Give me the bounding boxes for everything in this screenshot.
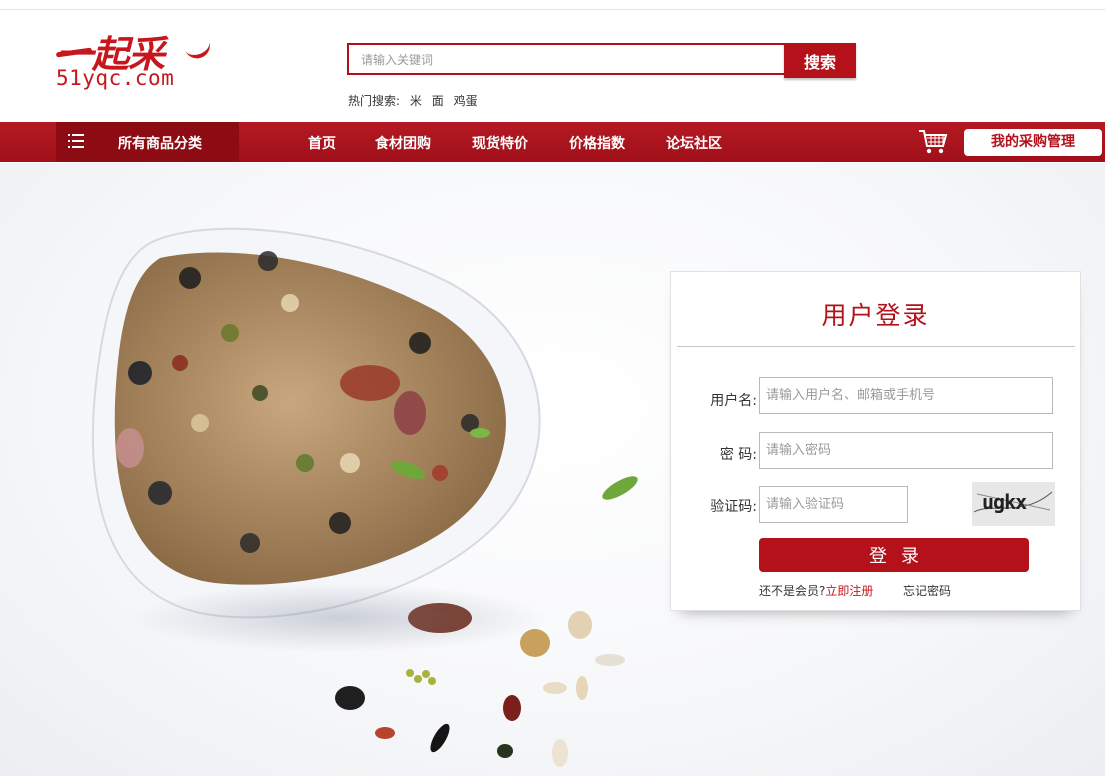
- grain-bowl-image: [92, 227, 638, 767]
- search-box: [347, 43, 784, 75]
- nav-special-offers[interactable]: 现货特价: [472, 133, 528, 153]
- nav-group-buy[interactable]: 食材团购: [375, 133, 431, 153]
- nav-forum[interactable]: 论坛社区: [666, 133, 722, 153]
- captcha-input[interactable]: [759, 486, 908, 523]
- hot-searches: 热门搜索: 米 面 鸡蛋: [348, 92, 484, 109]
- hot-search-label: 热门搜索:: [348, 94, 401, 108]
- logo-domain: 51yqc.com: [56, 66, 175, 90]
- site-logo[interactable]: 一起采 51yqc.com: [55, 22, 226, 102]
- my-purchase-management-button[interactable]: 我的采购管理: [964, 129, 1102, 156]
- password-label: 密 码:: [719, 447, 757, 463]
- login-button[interactable]: 登录: [759, 538, 1029, 572]
- register-prompt: 还不是会员?立即注册: [759, 582, 873, 599]
- captcha-label: 验证码:: [710, 499, 757, 515]
- search-input[interactable]: [359, 46, 783, 74]
- register-link[interactable]: 立即注册: [825, 584, 873, 598]
- forgot-password-link[interactable]: 忘记密码: [903, 582, 951, 599]
- main-nav: 所有商品分类 首页 食材团购 现货特价 价格指数 论坛社区 我的采购管理: [0, 122, 1105, 162]
- search-button[interactable]: 搜索: [784, 43, 856, 78]
- top-divider: [0, 9, 1105, 10]
- hot-search-term[interactable]: 面: [432, 94, 444, 108]
- all-categories-button[interactable]: 所有商品分类: [56, 122, 239, 162]
- password-input[interactable]: [759, 432, 1053, 469]
- captcha-image[interactable]: ugkx: [972, 482, 1055, 526]
- menu-list-icon: [68, 134, 84, 148]
- cart-icon[interactable]: [918, 128, 948, 156]
- username-input[interactable]: [759, 377, 1053, 414]
- login-title: 用户登录: [821, 301, 930, 330]
- hot-search-term[interactable]: 米: [410, 94, 422, 108]
- nav-price-index[interactable]: 价格指数: [569, 133, 625, 153]
- logo-swoosh: [184, 39, 214, 63]
- bowl-shadow: [130, 583, 550, 653]
- hot-search-term[interactable]: 鸡蛋: [454, 94, 478, 108]
- captcha-text: ugkx: [982, 490, 1027, 514]
- not-member-text: 还不是会员?: [759, 584, 826, 598]
- username-label: 用户名:: [710, 393, 757, 409]
- login-panel: 用户登录 用户名: 密 码: 验证码: ugkx 登录 还不是会员?立即注册 忘…: [670, 271, 1081, 611]
- nav-home[interactable]: 首页: [308, 133, 336, 153]
- login-divider: [677, 346, 1075, 347]
- all-categories-label: 所有商品分类: [118, 136, 202, 152]
